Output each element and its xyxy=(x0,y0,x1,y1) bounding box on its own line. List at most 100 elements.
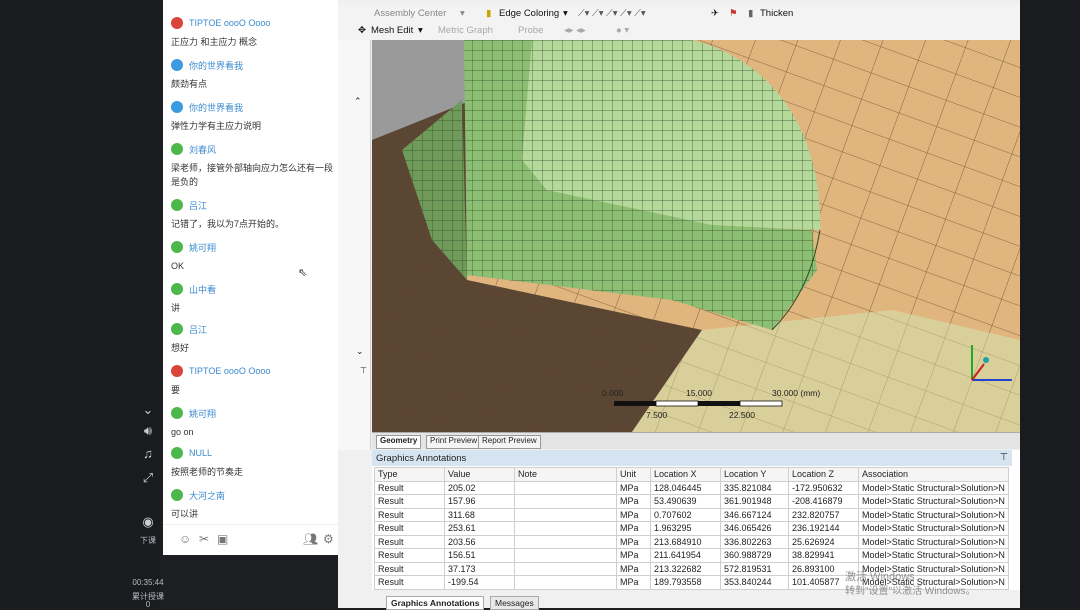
chat-message-text: 记错了，我以为7点开始的。 xyxy=(171,219,285,229)
scale-bar xyxy=(614,400,783,407)
avatar xyxy=(171,241,183,253)
column-header[interactable]: Value xyxy=(444,467,515,482)
table-row[interactable]: Result 203.56 MPa 213.684910 336.802263 25.62… xyxy=(374,534,1009,549)
chat-message-text: 要 xyxy=(171,385,181,395)
dropdown-chevron-icon[interactable]: ▾ xyxy=(460,8,465,19)
arrow-icons[interactable]: ◂▸ ◂▸ xyxy=(564,25,586,36)
table-row[interactable]: Result 205.02 MPa 128.046445 335.821084 -172.… xyxy=(374,480,1009,495)
column-header[interactable]: Type xyxy=(374,467,445,482)
chat-sender-name: TIPTOE oooO Oooo xyxy=(189,18,271,28)
edge-coloring-chevron-icon[interactable]: ▾ xyxy=(563,8,568,19)
column-header[interactable]: Note xyxy=(514,467,617,482)
chat-sender[interactable]: TIPTOE oooO Oooo xyxy=(171,16,337,30)
chat-message: 姚可翔 OK xyxy=(171,240,337,273)
chat-message-text: 正应力 和主应力 概念 xyxy=(171,37,258,47)
stop-icon[interactable]: ◉ xyxy=(137,514,159,530)
people-icon[interactable]: 👥︎ xyxy=(303,532,318,546)
tab-report-preview[interactable]: Report Preview xyxy=(478,435,541,449)
column-header[interactable]: Association xyxy=(858,467,1009,482)
edge-display-icons[interactable]: ⟋▾ ⟋▾ ⟋▾ ⟋▾ ⟋▾ xyxy=(578,8,646,19)
table-cell: 253.61 xyxy=(444,521,515,536)
chat-message: 刘春风 梁老师，接管外部轴向应力怎么还有一段是负的 xyxy=(171,142,337,189)
metric-graph-button[interactable]: Metric Graph xyxy=(438,25,493,36)
column-header[interactable]: Unit xyxy=(616,467,651,482)
scale-label-15: 15.000 xyxy=(686,388,712,398)
pin-icon[interactable]: ✈ xyxy=(711,8,719,19)
pin-small-icon[interactable]: ⊤ xyxy=(360,366,367,375)
chat-sender[interactable]: NULL xyxy=(171,446,337,460)
thicken-button[interactable]: Thicken xyxy=(760,8,793,19)
edge-coloring-button[interactable]: Edge Coloring xyxy=(499,8,559,19)
table-cell: 232.820757 xyxy=(788,507,859,522)
avatar xyxy=(171,447,183,459)
chat-sender[interactable]: 你的世界看我 xyxy=(171,100,337,114)
table-cell: Model>Static Structural>Solution>N xyxy=(858,521,1009,536)
fullscreen-icon[interactable]: ⤢ xyxy=(137,470,159,486)
table-row[interactable]: Result 157.96 MPa 53.490639 361.901948 -208.4… xyxy=(374,494,1009,509)
chat-sender-name: 你的世界看我 xyxy=(189,102,244,113)
column-header[interactable]: Location Z xyxy=(788,467,859,482)
display-icon[interactable]: ● ▾ xyxy=(616,25,629,36)
tab-print-preview[interactable]: Print Preview xyxy=(426,435,482,449)
annotations-title: Graphics Annotations xyxy=(376,453,467,464)
avatar xyxy=(171,199,183,211)
table-cell: 156.51 xyxy=(444,548,515,563)
avatar xyxy=(171,323,183,335)
column-header[interactable]: Location Y xyxy=(720,467,789,482)
table-cell: Result xyxy=(374,548,445,563)
collapse-icon-2[interactable]: ⌄ xyxy=(356,346,364,357)
end-class-button[interactable]: 下课 xyxy=(128,535,168,546)
volume-icon[interactable]: 🔊︎ xyxy=(137,423,159,439)
table-row[interactable]: Result 253.61 MPa 1.963295 346.065426 236.192… xyxy=(374,521,1009,536)
table-cell: MPa xyxy=(616,521,651,536)
scale-label-7-5: 7.500 xyxy=(646,410,668,420)
table-row[interactable]: Result 311.68 MPa 0.707602 346.667124 232.820… xyxy=(374,507,1009,522)
view-tabs: Geometry Print Preview Report Preview xyxy=(372,432,1020,449)
table-cell: Model>Static Structural>Solution>N xyxy=(858,494,1009,509)
table-cell: 346.667124 xyxy=(720,507,789,522)
chat-sender[interactable]: 刘春风 xyxy=(171,142,337,156)
chat-sender-name: 你的世界看我 xyxy=(189,60,244,71)
avatar xyxy=(171,365,183,377)
chat-sender[interactable]: 姚可翔 xyxy=(171,240,337,254)
chat-sender[interactable]: 你的世界看我 xyxy=(171,58,337,72)
table-row[interactable]: Result 156.51 MPa 211.641954 360.988729 38.82… xyxy=(374,548,1009,563)
mesh-edit-chevron-icon[interactable]: ▾ xyxy=(418,25,423,36)
column-header[interactable]: Location X xyxy=(650,467,721,482)
left-toolbar: ⌄ 🔊︎ ♫ ⤢ ◉ 下课 00:35:44 累计授课 0 xyxy=(0,0,164,609)
chat-sender[interactable]: 山中看 xyxy=(171,282,337,296)
flag-icon[interactable]: ⚑ xyxy=(729,8,738,19)
music-icon[interactable]: ♫ xyxy=(137,446,159,461)
table-cell: 53.490639 xyxy=(650,494,721,509)
assembly-center-dropdown[interactable]: Assembly Center xyxy=(374,8,446,19)
chat-message-text: 可以讲 xyxy=(171,509,199,519)
chat-message-text: 颇劲有点 xyxy=(171,79,208,89)
chat-sender[interactable]: 大河之南 xyxy=(171,488,337,502)
gear-icon[interactable]: ⚙ xyxy=(323,532,334,546)
avatar xyxy=(171,143,183,155)
table-cell: 213.684910 xyxy=(650,534,721,549)
pin-panel-icon[interactable]: ⊤ xyxy=(1000,452,1008,463)
graphics-viewport[interactable]: 0.000 15.000 30.000 (mm) 7.500 22.500 xyxy=(372,40,1020,432)
chat-message: 山中看讲 xyxy=(171,282,337,315)
chat-sender[interactable]: 姚可翔 xyxy=(171,406,337,420)
scissors-icon[interactable]: ✂ xyxy=(199,532,209,546)
emoji-icon[interactable]: ☺ xyxy=(179,532,191,546)
collapse-icon[interactable]: ⌃ xyxy=(354,96,362,107)
table-cell xyxy=(514,521,617,536)
mesh-model xyxy=(372,40,1020,432)
chevron-down-icon[interactable]: ⌄ xyxy=(137,402,159,418)
probe-button[interactable]: Probe xyxy=(518,25,543,36)
scale-label-0: 0.000 xyxy=(602,388,624,398)
mesh-edit-button[interactable]: Mesh Edit xyxy=(371,25,413,36)
chat-sender[interactable]: 吕江 xyxy=(171,322,337,336)
tab-geometry[interactable]: Geometry xyxy=(376,435,422,449)
table-cell: MPa xyxy=(616,575,651,590)
avatar xyxy=(171,489,183,501)
table-cell: MPa xyxy=(616,507,651,522)
image-icon[interactable]: ▣ xyxy=(217,532,228,546)
chat-sender[interactable]: TIPTOE oooO Oooo xyxy=(171,364,337,378)
chat-sender[interactable]: 吕江 xyxy=(171,198,337,212)
chat-message: 姚可翔 go on xyxy=(171,406,337,439)
chat-sender-name: TIPTOE oooO Oooo xyxy=(189,366,271,376)
